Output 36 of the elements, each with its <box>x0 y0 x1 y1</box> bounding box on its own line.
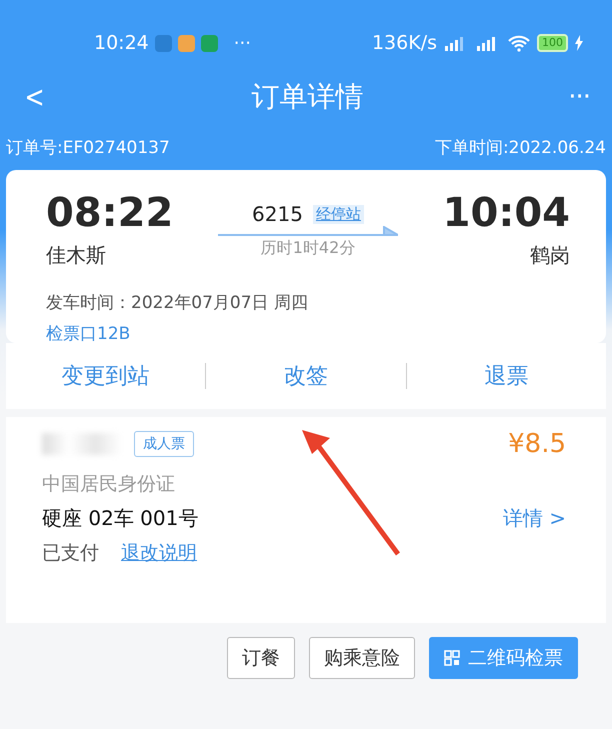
seat-info: 硬座 02车 001号 <box>42 505 198 532</box>
refund-rules-link[interactable]: 退改说明 <box>121 540 197 566</box>
action-button[interactable]: 变更到站 <box>6 360 206 392</box>
app-icon <box>154 34 172 52</box>
stops-link[interactable]: 经停站 <box>312 204 364 224</box>
notification-more: ··· <box>234 32 251 54</box>
arrival-time: 10:04 <box>442 190 570 236</box>
back-button[interactable]: < <box>21 80 48 114</box>
train-number: 6215 <box>252 202 303 226</box>
battery-level: 100 <box>537 34 568 52</box>
order-date: 下单时间:2022.06.24 <box>434 137 606 160</box>
ticket-gate: 检票口12B <box>46 323 132 345</box>
id-type: 中国居民身份证 <box>42 472 176 497</box>
arrival-station: 鹤岗 <box>530 242 570 269</box>
detail-link[interactable]: 详情 > <box>502 505 566 532</box>
departure-station: 佳木斯 <box>46 242 107 269</box>
departure-date: 发车时间：2022年07月07日 周四 <box>46 292 309 314</box>
action-button[interactable]: 订餐 <box>227 637 295 679</box>
action-button[interactable]: 购乘意险 <box>309 637 415 679</box>
order-number: 订单号:EF02740137 <box>6 137 170 160</box>
trip-duration: 历时1时42分 <box>260 238 356 259</box>
action-button[interactable]: 退票 <box>406 360 606 392</box>
direction-arrow-icon <box>218 226 398 238</box>
action-button[interactable]: 改签 <box>206 360 406 392</box>
qr-code-icon <box>444 650 460 666</box>
action-button[interactable]: 二维码检票 <box>429 637 578 679</box>
page-title: 订单详情 <box>250 79 365 115</box>
departure-time: 08:22 <box>46 190 174 236</box>
more-button[interactable]: ··· <box>564 82 594 112</box>
charging-icon <box>574 35 584 51</box>
ticket-type-tag: 成人票 <box>134 431 194 457</box>
payment-status: 已支付 <box>42 541 99 566</box>
wifi-icon <box>507 34 531 52</box>
network-speed: 136K/s <box>372 32 437 54</box>
ticket-price: ¥8.5 <box>508 429 566 459</box>
status-time: 10:24 <box>94 32 149 54</box>
